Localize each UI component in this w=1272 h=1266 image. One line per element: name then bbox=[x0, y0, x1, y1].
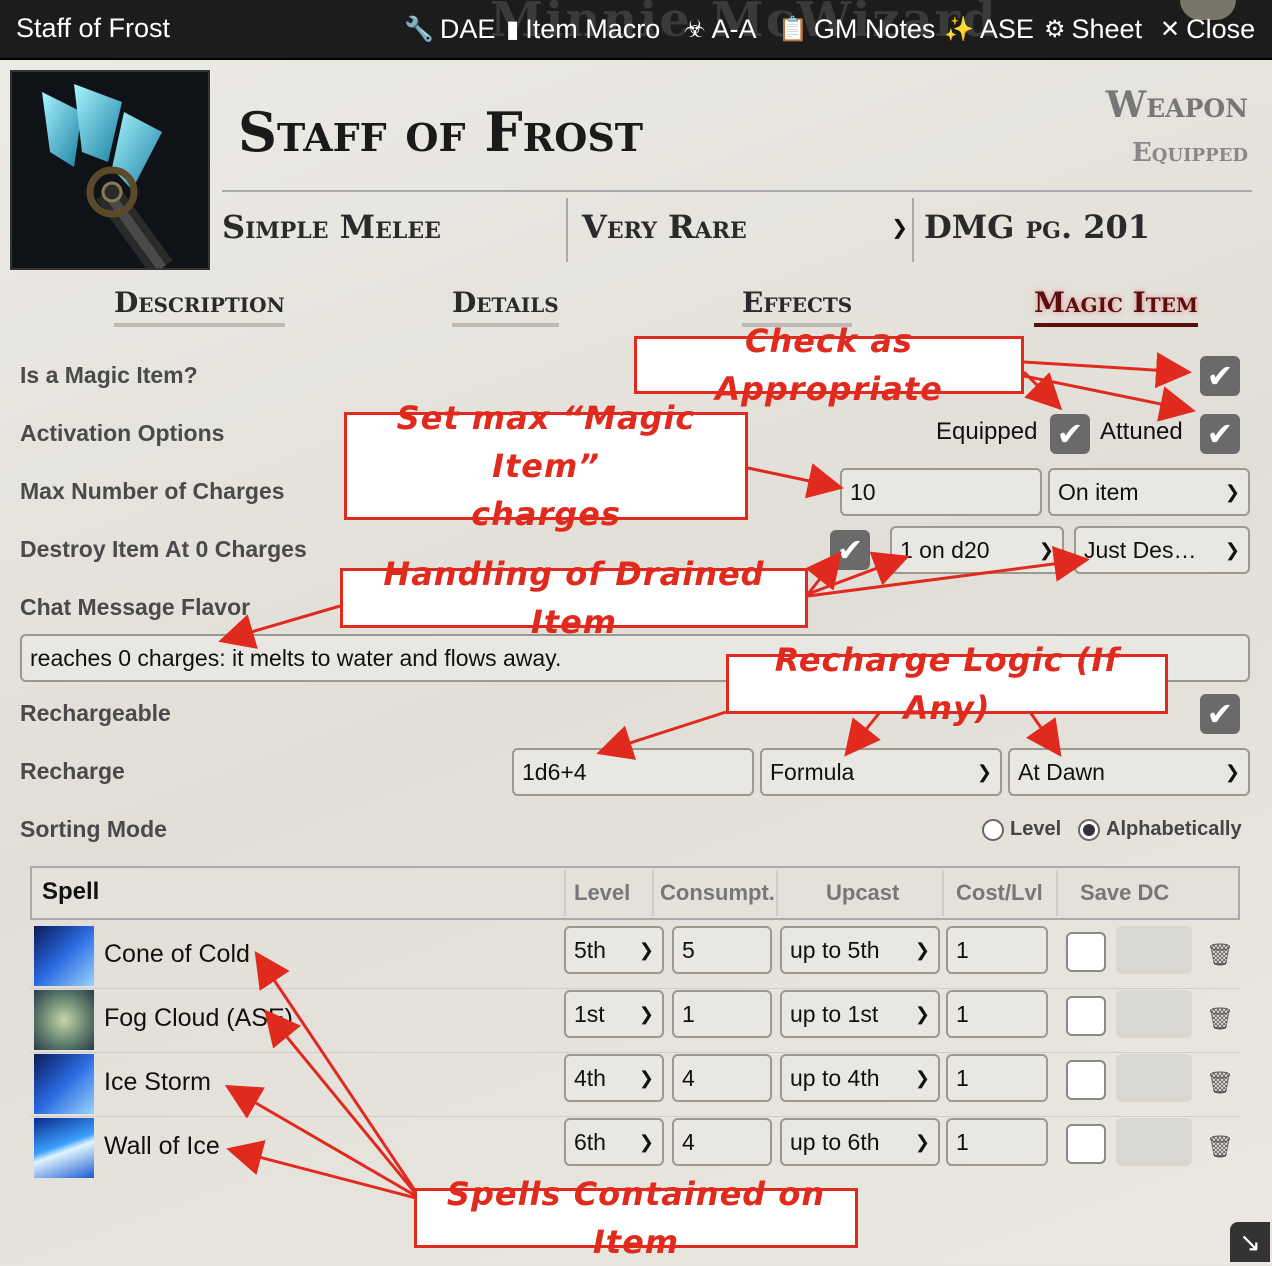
annotation-spells: Spells Contained on Item bbox=[414, 1175, 858, 1261]
annotation-max-charges-line1: Set max “Magic Item” bbox=[396, 399, 696, 485]
annotation-recharge: Recharge Logic (If Any) bbox=[726, 641, 1168, 727]
annotation-drained: Handling of Drained Item bbox=[340, 555, 808, 641]
annotation-check: Check as Appropriate bbox=[634, 322, 1024, 408]
annotation-max-charges-line2: charges bbox=[471, 495, 621, 533]
annotation-max-charges: Set max “Magic Item” charges bbox=[344, 399, 748, 533]
